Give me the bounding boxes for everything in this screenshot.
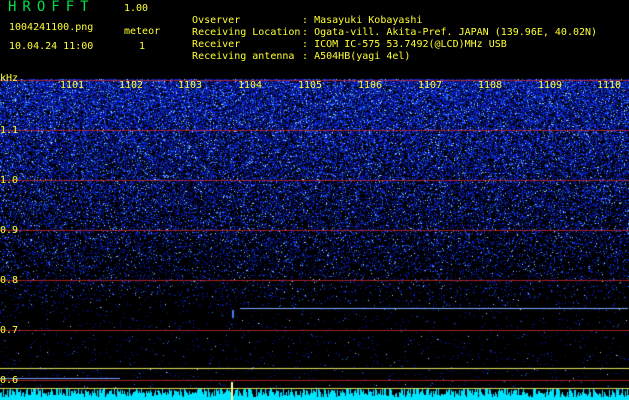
time-tick-label: 1107	[418, 80, 443, 91]
time-tick-label: 1110	[597, 80, 622, 91]
meteor-count: 1	[139, 41, 146, 52]
app-version: 1.00	[124, 3, 149, 14]
time-tick-label: 1103	[178, 80, 203, 91]
time-tick-label: 1105	[298, 80, 323, 91]
freq-tick-label: 0.9	[0, 225, 19, 236]
freq-tick-label: 0.6	[0, 375, 19, 386]
freq-tick-label: 0.7	[0, 325, 19, 336]
axis-unit-label: kHz	[0, 73, 19, 84]
freq-tick-label: 1.0	[0, 175, 19, 186]
info-key: Receiving antenna	[192, 51, 295, 62]
info-row-antenna: Receiving antenna: A504HB(yagi 4el)	[192, 51, 411, 62]
spectrogram	[0, 70, 629, 400]
meteor-label: meteor	[124, 26, 161, 37]
file-name: 1004241100.png	[9, 22, 94, 33]
info-value: A504HB(yagi 4el)	[314, 51, 411, 62]
time-tick-label: 1108	[478, 80, 503, 91]
time-tick-label: 1102	[119, 80, 144, 91]
time-tick-label: 1106	[358, 80, 383, 91]
observation-datetime: 10.04.24 11:00	[9, 41, 94, 52]
app-title: HROFFT	[8, 0, 95, 15]
freq-tick-label: 1.1	[0, 125, 19, 136]
time-tick-label: 1109	[538, 80, 563, 91]
time-tick-label: 1104	[238, 80, 263, 91]
time-tick-label: 1101	[60, 80, 85, 91]
freq-tick-label: 0.8	[0, 275, 19, 286]
